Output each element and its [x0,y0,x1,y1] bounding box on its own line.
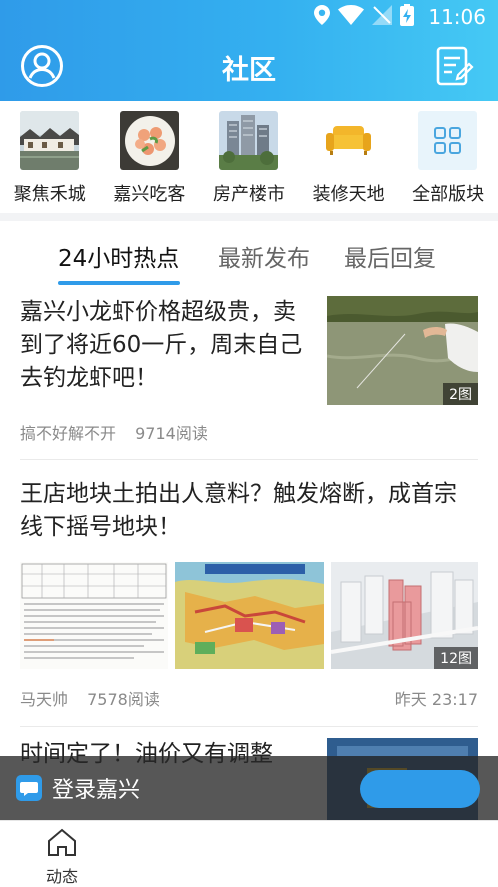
post-item[interactable]: 王店地块土拍出人意料？触发熔断，成首宗线下摇号地块！ 12图 马天帅 7578阅… [20,478,478,709]
category-label: 全部版块 [412,184,485,205]
tab-last-reply[interactable]: 最后回复 [344,239,436,273]
edit-note-icon [436,46,474,92]
grid-icon [418,111,478,170]
image-count-badge: 12图 [434,647,478,669]
post-image-map [175,562,324,669]
status-time: 11:06 [428,5,486,29]
category-zhuangxiu[interactable]: 装修天地 [299,101,399,213]
category-all[interactable]: 全部版块 [398,101,498,213]
post-thumbnail: 2图 [327,296,478,405]
category-label: 聚焦禾城 [13,184,86,205]
post-separator [20,726,478,727]
post-author: 搞不好解不开 [20,424,117,443]
location-icon [314,5,331,29]
login-banner-text: 登录嘉兴 [52,778,141,803]
category-fangchan[interactable]: 房产楼市 [199,101,299,213]
category-label: 嘉兴吃客 [113,184,186,205]
status-bar: 11:06 [0,0,498,34]
post-reads: 9714阅读 [135,424,208,443]
post-title: 嘉兴小龙虾价格超级贵，卖到了将近60一斤，周末自己去钓龙虾吧！ [20,299,303,391]
post-title: 王店地块土拍出人意料？触发熔断，成首宗线下摇号地块！ [20,481,457,540]
chat-bubble-icon [16,775,42,801]
sofa-icon [319,111,378,170]
building-photo-icon [219,111,279,170]
nav-label: 动态 [45,867,78,886]
image-count-badge: 2图 [443,383,478,405]
compose-button[interactable] [436,46,474,88]
food-photo-icon [119,111,179,170]
login-banner[interactable]: 登录嘉兴 [0,756,498,820]
home-icon [46,827,78,857]
tab-hot-24h[interactable]: 24小时热点 [58,239,179,273]
page-title: 社区 [222,55,276,86]
wifi-icon [338,5,365,29]
post-image-render: 12图 [331,562,478,669]
post-separator [20,459,478,460]
no-sim-icon [372,5,393,29]
post-author: 马天帅 [20,690,69,709]
category-label: 房产楼市 [212,184,285,205]
bottom-nav: 动态 [0,820,498,887]
category-label: 装修天地 [312,184,385,205]
feed-tabs: 24小时热点 最新发布 最后回复 [0,221,498,285]
section-divider [0,213,498,221]
post-item[interactable]: 嘉兴小龙虾价格超级贵，卖到了将近60一斤，周末自己去钓龙虾吧！ 2图 搞不好解不… [20,296,478,444]
town-photo-icon [20,111,79,170]
login-button[interactable] [360,770,480,808]
post-image-document [20,562,168,669]
category-chike[interactable]: 嘉兴吃客 [100,101,200,213]
tab-latest[interactable]: 最新发布 [218,239,310,273]
category-jujiao[interactable]: 聚焦禾城 [0,101,100,213]
status-icons: 11:06 [314,4,486,30]
tab-active-indicator [58,281,180,285]
category-row: 聚焦禾城 嘉兴吃客 房产楼市 装修天地 全部版块 [0,101,498,213]
battery-charging-icon [400,4,415,30]
app-header: 11:06 社区 [0,0,498,101]
post-reads: 7578阅读 [87,690,160,709]
nav-item-dynamics[interactable]: 动态 [24,821,100,887]
title-bar: 社区 [0,34,498,101]
post-time: 昨天 23:17 [394,690,478,709]
